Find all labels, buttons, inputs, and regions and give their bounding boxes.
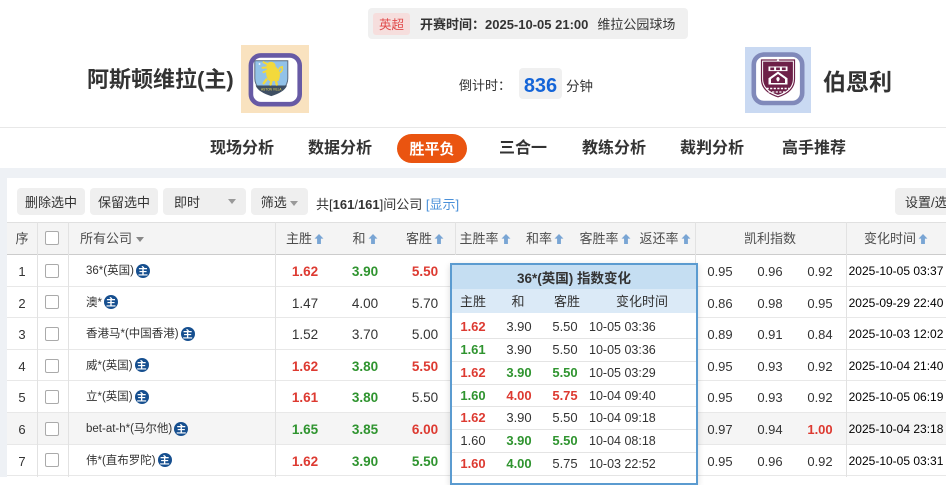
svg-text:ASTON VILLA: ASTON VILLA	[261, 88, 282, 92]
